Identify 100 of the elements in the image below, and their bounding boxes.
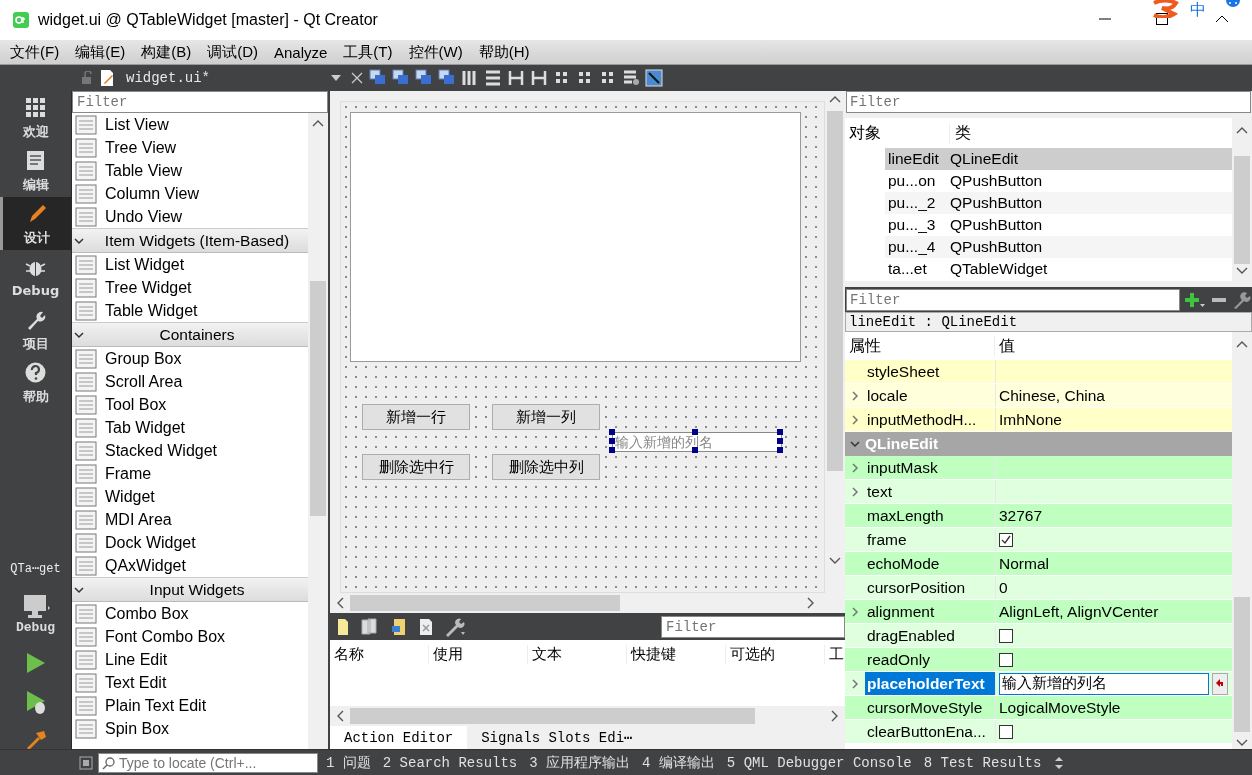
reset-icon[interactable] xyxy=(1212,672,1228,695)
checkbox[interactable] xyxy=(999,532,1013,547)
line-edit[interactable]: 输入新增的列名 xyxy=(612,432,782,452)
file-tab[interactable]: widget.ui* xyxy=(126,70,331,86)
scrollbar[interactable] xyxy=(308,113,328,749)
scroll-left-icon[interactable] xyxy=(336,597,344,609)
delete-icon[interactable] xyxy=(418,617,434,636)
property-row[interactable]: inputMethodH... ImhNone xyxy=(845,408,1232,432)
mode-button[interactable]: 欢迎 xyxy=(0,91,71,144)
scroll-right-icon[interactable] xyxy=(831,710,839,722)
widget-list-item[interactable]: Combo Box xyxy=(72,602,308,625)
widget-list-item[interactable]: Table View xyxy=(72,159,308,182)
push-button[interactable]: 新增一行 xyxy=(362,404,470,430)
widget-list-item[interactable]: Plain Text Edit xyxy=(72,694,308,717)
object-row[interactable]: pu..._4 QPushButton xyxy=(885,236,1232,258)
mode-button[interactable]: 设计 xyxy=(0,197,71,250)
menu-item[interactable]: 文件(F) xyxy=(2,42,68,62)
widget-list-item[interactable]: MDI Area xyxy=(72,508,308,531)
mode-button[interactable]: 编辑 xyxy=(0,144,71,197)
layout-tool-icon[interactable] xyxy=(484,69,502,87)
widget-list-item[interactable]: Dock Widget xyxy=(72,531,308,554)
copy-icon[interactable] xyxy=(360,617,380,636)
value-field[interactable]: 输入新增的列名 xyxy=(999,672,1209,695)
mode-button[interactable]: 帮助 xyxy=(0,356,71,409)
widget-list-item[interactable]: Text Edit xyxy=(72,671,308,694)
push-button[interactable]: 删除选中列 xyxy=(492,454,600,480)
column-header[interactable]: 对象 xyxy=(845,122,950,144)
checkbox[interactable] xyxy=(999,652,1013,667)
menu-item[interactable]: 编辑(E) xyxy=(67,42,134,62)
output-pane-button[interactable]: 4 编译输出 xyxy=(642,753,715,772)
property-row[interactable]: frame xyxy=(845,528,1232,552)
menu-item[interactable]: 控件(W) xyxy=(400,42,471,62)
column-header[interactable]: 可选的 xyxy=(726,644,825,664)
push-button[interactable]: 删除选中行 xyxy=(362,454,470,480)
category-header[interactable]: Containers xyxy=(72,322,308,347)
output-pane-button[interactable]: 1 问题 xyxy=(326,753,371,772)
scroll-down-icon[interactable] xyxy=(1236,267,1248,275)
scroll-up-icon[interactable] xyxy=(1236,126,1248,134)
wrench-icon[interactable] xyxy=(444,616,466,637)
widget-list-item[interactable]: Tool Box xyxy=(72,393,308,416)
property-row[interactable]: locale Chinese, China xyxy=(845,384,1232,408)
property-row[interactable]: inputMask xyxy=(845,456,1232,480)
output-pane-button[interactable]: 5 QML Debugger Console xyxy=(726,754,912,771)
filter-field[interactable]: Filter xyxy=(846,91,1251,113)
scrollbar[interactable] xyxy=(330,706,845,726)
property-row[interactable]: cursorMoveStyle LogicalMoveStyle xyxy=(845,696,1232,720)
column-header[interactable]: 工 xyxy=(825,644,844,664)
property-row[interactable]: alignment AlignLeft, AlignVCenter xyxy=(845,600,1232,624)
layout-tool-icon[interactable] xyxy=(530,69,548,87)
paste-icon[interactable] xyxy=(390,617,408,636)
tab[interactable]: Action Editor xyxy=(330,726,468,749)
property-row[interactable]: text xyxy=(845,480,1232,504)
column-header[interactable]: 值 xyxy=(995,335,1015,357)
menu-item[interactable]: 调试(D) xyxy=(199,42,266,62)
widget-list-item[interactable]: Spin Box xyxy=(72,717,308,740)
wrench-icon[interactable] xyxy=(1232,290,1252,309)
new-file-icon[interactable] xyxy=(336,617,350,636)
property-row[interactable]: maxLength 32767 xyxy=(845,504,1232,528)
scroll-up-icon[interactable] xyxy=(829,95,841,103)
menu-item[interactable]: 工具(T) xyxy=(335,42,401,62)
push-button[interactable]: 新增一列 xyxy=(492,404,600,430)
scroll-down-icon[interactable] xyxy=(1236,739,1248,747)
mode-button[interactable]: 项目 xyxy=(0,303,71,356)
object-row[interactable]: lineEdit QLineEdit xyxy=(885,148,1232,170)
object-row[interactable]: pu..._2 QPushButton xyxy=(885,192,1232,214)
up-down-arrow-icon[interactable] xyxy=(1053,755,1066,770)
property-row[interactable]: dragEnabled xyxy=(845,624,1232,648)
widget-list-item[interactable]: Undo View xyxy=(72,205,308,228)
widget-list-item[interactable]: Widget xyxy=(72,485,308,508)
scroll-up-icon[interactable] xyxy=(1236,340,1248,348)
menu-item[interactable]: Analyze xyxy=(266,43,336,61)
swirl-logo-icon[interactable] xyxy=(1150,0,1180,18)
add-icon[interactable] xyxy=(1184,290,1206,309)
menu-item[interactable]: 帮助(H) xyxy=(470,42,538,62)
column-header[interactable]: 使用 xyxy=(429,644,528,664)
output-pane-button[interactable]: 3 应用程序输出 xyxy=(529,753,631,772)
category-header[interactable]: Item Widgets (Item-Based) xyxy=(72,228,308,253)
widget-list-item[interactable]: List Widget xyxy=(72,253,308,276)
layout-tool-icon[interactable] xyxy=(369,69,387,87)
output-pane-button[interactable]: 8 Test Results xyxy=(923,754,1042,771)
widget-list-item[interactable]: Tree Widget xyxy=(72,276,308,299)
filter-field[interactable]: Filter xyxy=(846,288,1180,311)
widget-list-item[interactable]: Table Widget xyxy=(72,299,308,322)
filter-field[interactable]: Filter xyxy=(661,615,845,638)
filter-field[interactable]: Filter xyxy=(72,91,328,113)
widget-list-item[interactable]: List View xyxy=(72,113,308,136)
widget-list-item[interactable]: Group Box xyxy=(72,347,308,370)
property-row[interactable]: cursorPosition 0 xyxy=(845,576,1232,600)
category-header[interactable]: Input Widgets xyxy=(72,577,308,602)
scroll-right-icon[interactable] xyxy=(807,597,815,609)
layout-tool-icon[interactable] xyxy=(507,69,525,87)
mode-button[interactable]: Debug xyxy=(0,250,71,303)
property-row[interactable]: placeholderText 输入新增的列名 xyxy=(845,672,1232,696)
widget-list-item[interactable]: Line Edit xyxy=(72,648,308,671)
close-icon[interactable] xyxy=(350,71,364,85)
property-row[interactable]: readOnly xyxy=(845,648,1232,672)
checkbox[interactable] xyxy=(999,628,1013,643)
property-row[interactable]: clearButtonEna... xyxy=(845,720,1232,744)
object-row[interactable]: pu...on QPushButton xyxy=(885,170,1232,192)
property-row[interactable]: echoMode Normal xyxy=(845,552,1232,576)
